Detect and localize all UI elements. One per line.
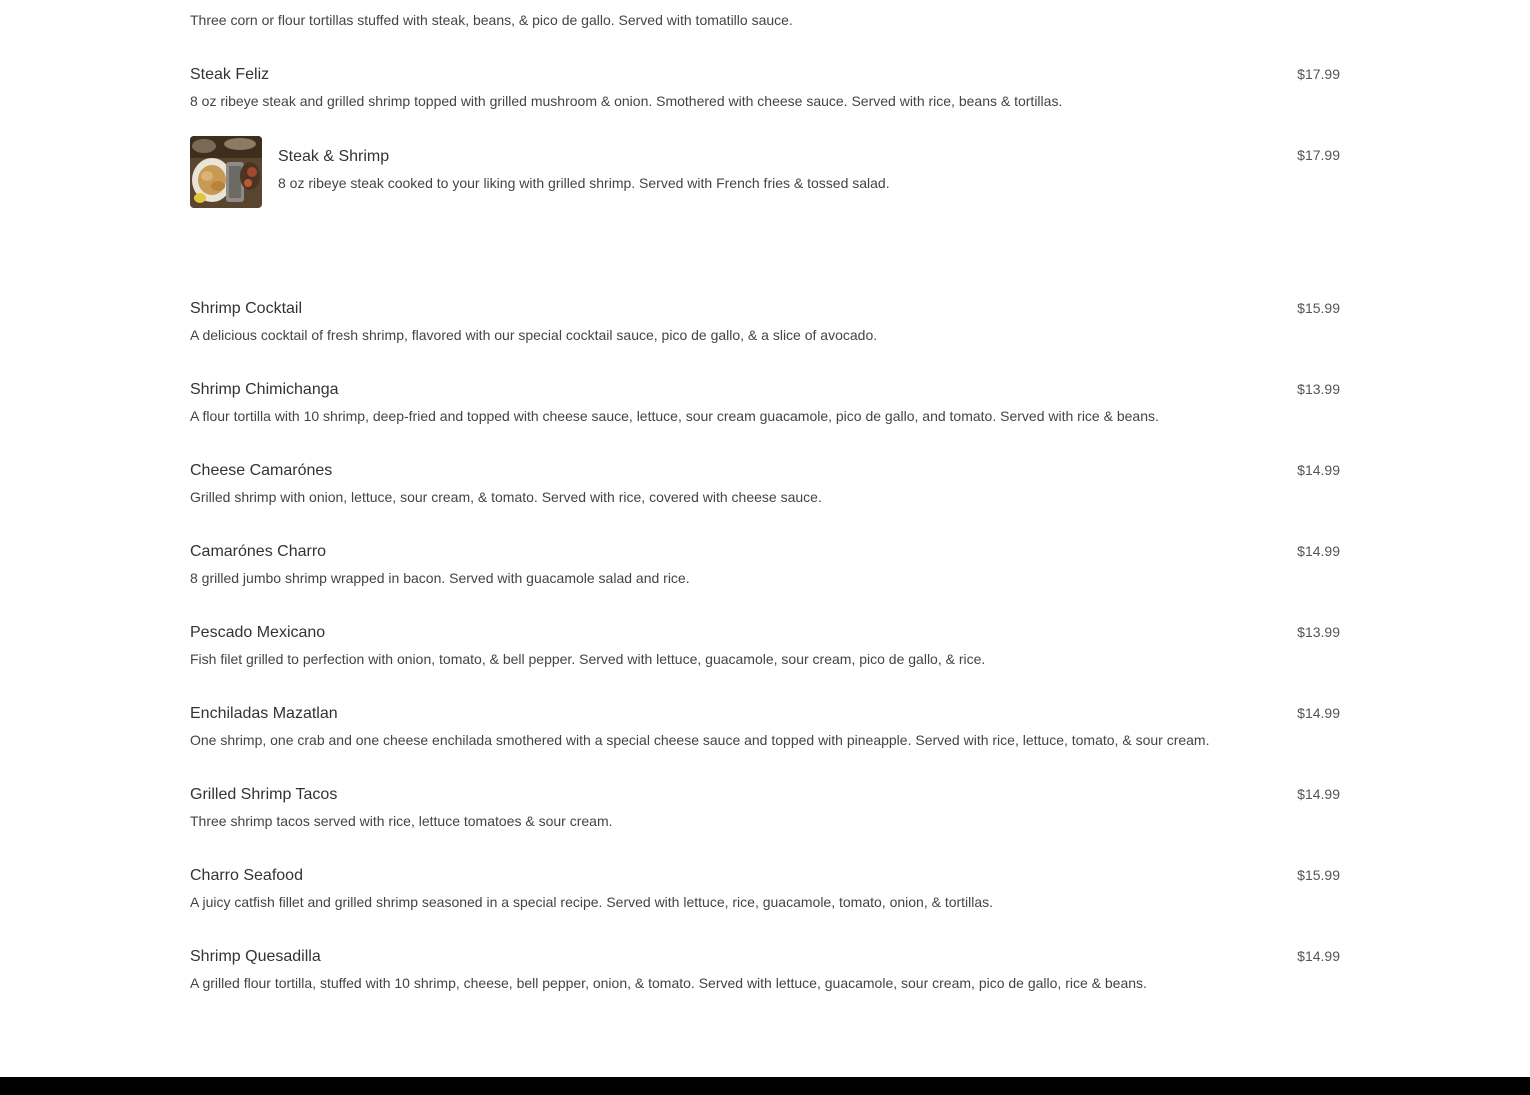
menu-item-charro-seafood[interactable]: Charro Seafood A juicy catfish fillet an… [190, 866, 1340, 926]
menu-item-name: Cheese Camarónes [190, 462, 333, 479]
menu-item-description: Grilled shrimp with onion, lettuce, sour… [190, 489, 822, 505]
menu-item-description: Three corn or flour tortillas stuffed wi… [190, 12, 793, 28]
menu-item-name: Steak & Shrimp [278, 148, 390, 165]
menu-item-price: $17.99 [1297, 147, 1340, 163]
menu-item-name: Shrimp Chimichanga [190, 381, 339, 398]
footer-bar [0, 1077, 1530, 1095]
menu-item-steak-shrimp[interactable]: Steak & Shrimp 8 oz ribeye steak cooked … [190, 136, 1340, 208]
menu-item-price: $14.99 [1297, 462, 1340, 478]
menu-item-name: Shrimp Quesadilla [190, 948, 321, 965]
menu-item-name: Pescado Mexicano [190, 624, 326, 641]
menu-item-description: One shrimp, one crab and one cheese ench… [190, 732, 1210, 748]
menu-item-price: $13.99 [1297, 381, 1340, 397]
menu-item-price: $14.99 [1297, 786, 1340, 802]
menu-item-partial: Three corn or flour tortillas stuffed wi… [190, 0, 1340, 60]
menu-item-price: $15.99 [1297, 867, 1340, 883]
menu-item-description: 8 oz ribeye steak cooked to your liking … [278, 175, 890, 191]
menu-item-name: Camarónes Charro [190, 543, 327, 560]
menu-item-shrimp-chimichanga[interactable]: Shrimp Chimichanga A flour tortilla with… [190, 380, 1340, 440]
menu-item-name: Charro Seafood [190, 867, 303, 884]
menu-item-pescado-mexicano[interactable]: Pescado Mexicano Fish filet grilled to p… [190, 623, 1340, 683]
menu-page: Three corn or flour tortillas stuffed wi… [0, 0, 1530, 1095]
menu-item-description: Fish filet grilled to perfection with on… [190, 651, 986, 667]
menu-item-price: $17.99 [1297, 66, 1340, 82]
menu-item-shrimp-quesadilla[interactable]: Shrimp Quesadilla A grilled flour tortil… [190, 947, 1340, 1007]
menu-item-price: $14.99 [1297, 948, 1340, 964]
menu-item-description: 8 grilled jumbo shrimp wrapped in bacon.… [190, 570, 690, 586]
menu-item-description: A juicy catfish fillet and grilled shrim… [190, 894, 994, 910]
menu-item-price: $13.99 [1297, 624, 1340, 640]
menu-item-name: Shrimp Cocktail [190, 300, 303, 317]
menu-item-description: 8 oz ribeye steak and grilled shrimp top… [190, 93, 1063, 109]
menu-item-description: A flour tortilla with 10 shrimp, deep-fr… [190, 408, 1159, 424]
menu-item-description: A delicious cocktail of fresh shrimp, fl… [190, 327, 878, 343]
menu-item-price: $14.99 [1297, 705, 1340, 721]
menu-item-steak-feliz[interactable]: Steak Feliz 8 oz ribeye steak and grille… [190, 65, 1340, 125]
menu-item-cheese-camarones[interactable]: Cheese Camarónes Grilled shrimp with oni… [190, 461, 1340, 521]
menu-item-name: Grilled Shrimp Tacos [190, 786, 338, 803]
menu-item-price: $15.99 [1297, 300, 1340, 316]
menu-item-enchiladas-mazatlan[interactable]: Enchiladas Mazatlan One shrimp, one crab… [190, 704, 1340, 764]
menu-item-shrimp-cocktail[interactable]: Shrimp Cocktail A delicious cocktail of … [190, 299, 1340, 359]
menu-item-grilled-shrimp-tacos[interactable]: Grilled Shrimp Tacos Three shrimp tacos … [190, 785, 1340, 845]
menu-item-price: $14.99 [1297, 543, 1340, 559]
menu-item-description: Three shrimp tacos served with rice, let… [190, 813, 613, 829]
menu-item-camarones-charro[interactable]: Camarónes Charro 8 grilled jumbo shrimp … [190, 542, 1340, 602]
menu-item-photo[interactable] [190, 136, 262, 208]
menu-item-name: Enchiladas Mazatlan [190, 705, 338, 722]
menu-item-name: Steak Feliz [190, 66, 270, 83]
food-photo-icon [190, 136, 262, 208]
menu-item-description: A grilled flour tortilla, stuffed with 1… [190, 975, 1147, 991]
